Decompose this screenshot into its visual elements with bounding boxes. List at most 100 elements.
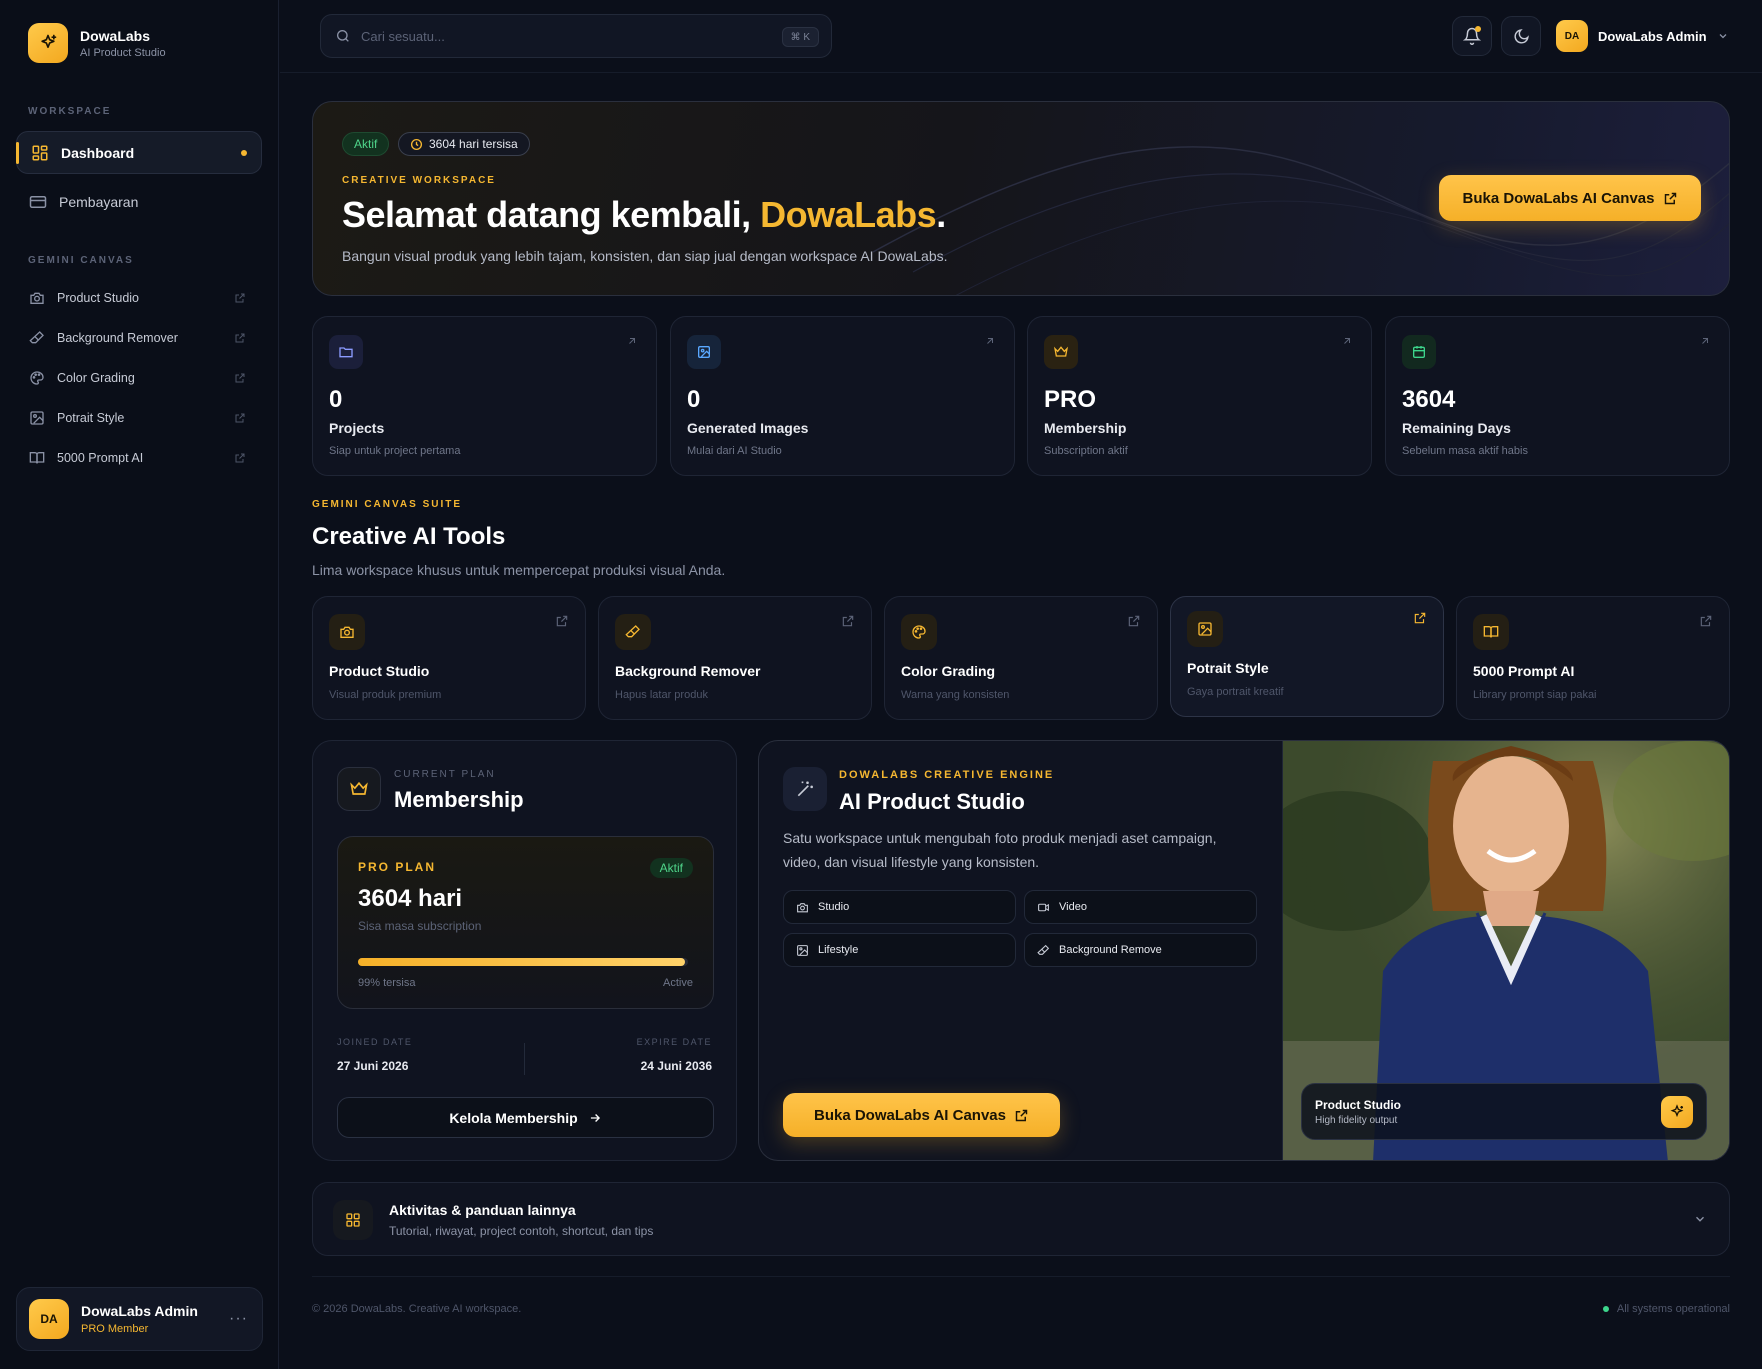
chip-label: Lifestyle: [818, 944, 859, 956]
studio-open-canvas-button[interactable]: Buka DowaLabs AI Canvas: [783, 1093, 1060, 1137]
external-link-icon: [1127, 614, 1141, 628]
footer-copyright: © 2026 DowaLabs. Creative AI workspace.: [312, 1303, 522, 1315]
avatar: DA: [29, 1299, 69, 1339]
camera-icon: [796, 901, 809, 914]
feature-chip-video[interactable]: Video: [1024, 890, 1257, 924]
expire-date: 24 Juni 2036: [640, 1059, 712, 1073]
hero-eyebrow: CREATIVE WORKSPACE: [342, 175, 496, 186]
stat-card-projects[interactable]: 0 Projects Siap untuk project pertama: [312, 316, 657, 476]
caption-sub: High fidelity output: [1315, 1115, 1398, 1126]
external-link-icon: [1413, 611, 1427, 625]
sidebar-item-color-grading[interactable]: Color Grading: [16, 360, 262, 396]
images-icon: [687, 335, 721, 369]
arrow-up-right-icon: [1341, 335, 1353, 347]
button-label: Buka DowaLabs AI Canvas: [813, 1106, 1006, 1124]
search-box[interactable]: ⌘ K: [320, 14, 832, 58]
sidebar-item-potrait-style[interactable]: Potrait Style: [16, 400, 262, 436]
external-link-icon: [841, 614, 855, 628]
chip-label: Background Remove: [1059, 944, 1162, 956]
stat-value: 0: [329, 386, 343, 413]
chevron-down-icon[interactable]: [1693, 1212, 1707, 1226]
stat-sub: Sebelum masa aktif habis: [1402, 445, 1528, 457]
keyboard-shortcut: ⌘ K: [781, 27, 819, 47]
arrow-up-right-icon: [984, 335, 996, 347]
tool-card-potrait-style[interactable]: Potrait Style Gaya portrait kreatif: [1170, 596, 1444, 717]
stat-card-remaining-days[interactable]: 3604 Remaining Days Sebelum masa aktif h…: [1385, 316, 1730, 476]
crown-icon: [1044, 335, 1078, 369]
activity-guide-accordion[interactable]: Aktivitas & panduan lainnya Tutorial, ri…: [312, 1182, 1730, 1256]
clock-icon: [410, 138, 423, 151]
expire-date-caption: EXPIRE DATE: [636, 1037, 712, 1047]
plan-label: PRO PLAN: [358, 860, 437, 874]
tool-card-color-grading[interactable]: Color Grading Warna yang konsisten: [884, 596, 1158, 720]
days-remaining-badge: 3604 hari tersisa: [398, 132, 530, 156]
stat-card-generated-images[interactable]: 0 Generated Images Mulai dari AI Studio: [670, 316, 1015, 476]
tool-card-background-remover[interactable]: Background Remover Hapus latar produk: [598, 596, 872, 720]
external-link-icon: [555, 614, 569, 628]
external-link-icon: [234, 452, 246, 464]
sidebar-item-label: Dashboard: [61, 144, 135, 161]
sidebar-item-background-remover[interactable]: Background Remover: [16, 320, 262, 356]
magic-wand-icon: [783, 767, 827, 811]
theme-toggle-button[interactable]: [1501, 16, 1541, 56]
palette-icon: [901, 614, 937, 650]
system-status: All systems operational: [1602, 1303, 1730, 1315]
feature-chip-lifestyle[interactable]: Lifestyle: [783, 933, 1016, 967]
stat-value: 0: [687, 386, 701, 413]
membership-title: Membership: [394, 787, 524, 812]
crown-icon: [337, 767, 381, 811]
feature-chip-background-remove[interactable]: Background Remove: [1024, 933, 1257, 967]
tool-name: Product Studio: [329, 663, 430, 679]
open-canvas-button[interactable]: Buka DowaLabs AI Canvas: [1439, 175, 1701, 221]
brand[interactable]: DowaLabs AI Product Studio: [28, 23, 166, 63]
stat-label: Remaining Days: [1402, 420, 1511, 436]
camera-icon: [329, 614, 365, 650]
notifications-button[interactable]: [1452, 16, 1492, 56]
dashboard-icon: [31, 144, 49, 162]
sidebar-user-card[interactable]: DA DowaLabs Admin PRO Member ···: [16, 1287, 263, 1351]
ai-product-studio-card: DOWALABS CREATIVE ENGINE AI Product Stud…: [758, 740, 1730, 1161]
workspace-heading: WORKSPACE: [28, 106, 112, 117]
page-title: Selamat datang kembali, DowaLabs.: [342, 194, 946, 236]
feature-chip-studio[interactable]: Studio: [783, 890, 1016, 924]
sidebar-item-label: Color Grading: [57, 371, 135, 385]
tool-name: Background Remover: [615, 663, 761, 679]
tool-card-5000-prompt-ai[interactable]: 5000 Prompt AI Library prompt siap pakai: [1456, 596, 1730, 720]
progress-status: Active: [663, 977, 693, 989]
topbar: ⌘ K DA DowaLabs Admin: [280, 0, 1762, 73]
tool-card-product-studio[interactable]: Product Studio Visual produk premium: [312, 596, 586, 720]
external-link-icon: [234, 372, 246, 384]
user-name: DowaLabs Admin: [1598, 28, 1707, 44]
system-status-text: All systems operational: [1616, 1303, 1730, 1315]
joined-date-caption: JOINED DATE: [337, 1037, 413, 1047]
tool-sub: Warna yang konsisten: [901, 689, 1010, 701]
studio-title: AI Product Studio: [839, 789, 1025, 814]
sidebar-item-label: Product Studio: [57, 291, 139, 305]
user-menu[interactable]: DA DowaLabs Admin: [1556, 20, 1729, 52]
button-label: Buka DowaLabs AI Canvas: [1462, 189, 1655, 207]
more-options-icon[interactable]: ···: [229, 1310, 248, 1328]
moon-icon: [1513, 28, 1530, 45]
notification-dot: [1475, 26, 1481, 32]
sidebar-item-label: Pembayaran: [59, 194, 139, 210]
sidebar-item-5000-prompt-ai[interactable]: 5000 Prompt AI: [16, 440, 262, 476]
stat-label: Generated Images: [687, 420, 809, 436]
eraser-icon: [1037, 944, 1050, 957]
sidebar-item-product-studio[interactable]: Product Studio: [16, 280, 262, 316]
sidebar-item-pembayaran[interactable]: Pembayaran: [16, 184, 262, 220]
plan-days-sub: Sisa masa subscription: [358, 919, 482, 933]
arrow-up-right-icon: [1699, 335, 1711, 347]
external-link-icon: [1699, 614, 1713, 628]
button-label: Kelola Membership: [449, 1109, 578, 1126]
search-input[interactable]: [361, 28, 761, 44]
stat-card-membership[interactable]: PRO Membership Subscription aktif: [1027, 316, 1372, 476]
studio-eyebrow: DOWALABS CREATIVE ENGINE: [839, 769, 1055, 781]
sidebar-item-label: 5000 Prompt AI: [57, 451, 144, 465]
tools-title: Creative AI Tools: [312, 523, 506, 550]
sidebar-item-dashboard[interactable]: Dashboard: [16, 131, 262, 174]
external-link-icon: [1663, 191, 1678, 206]
stat-value: PRO: [1044, 386, 1097, 413]
tool-name: Potrait Style: [1187, 660, 1269, 676]
sparkle-icon[interactable]: [1661, 1096, 1693, 1128]
manage-membership-button[interactable]: Kelola Membership: [337, 1097, 714, 1138]
